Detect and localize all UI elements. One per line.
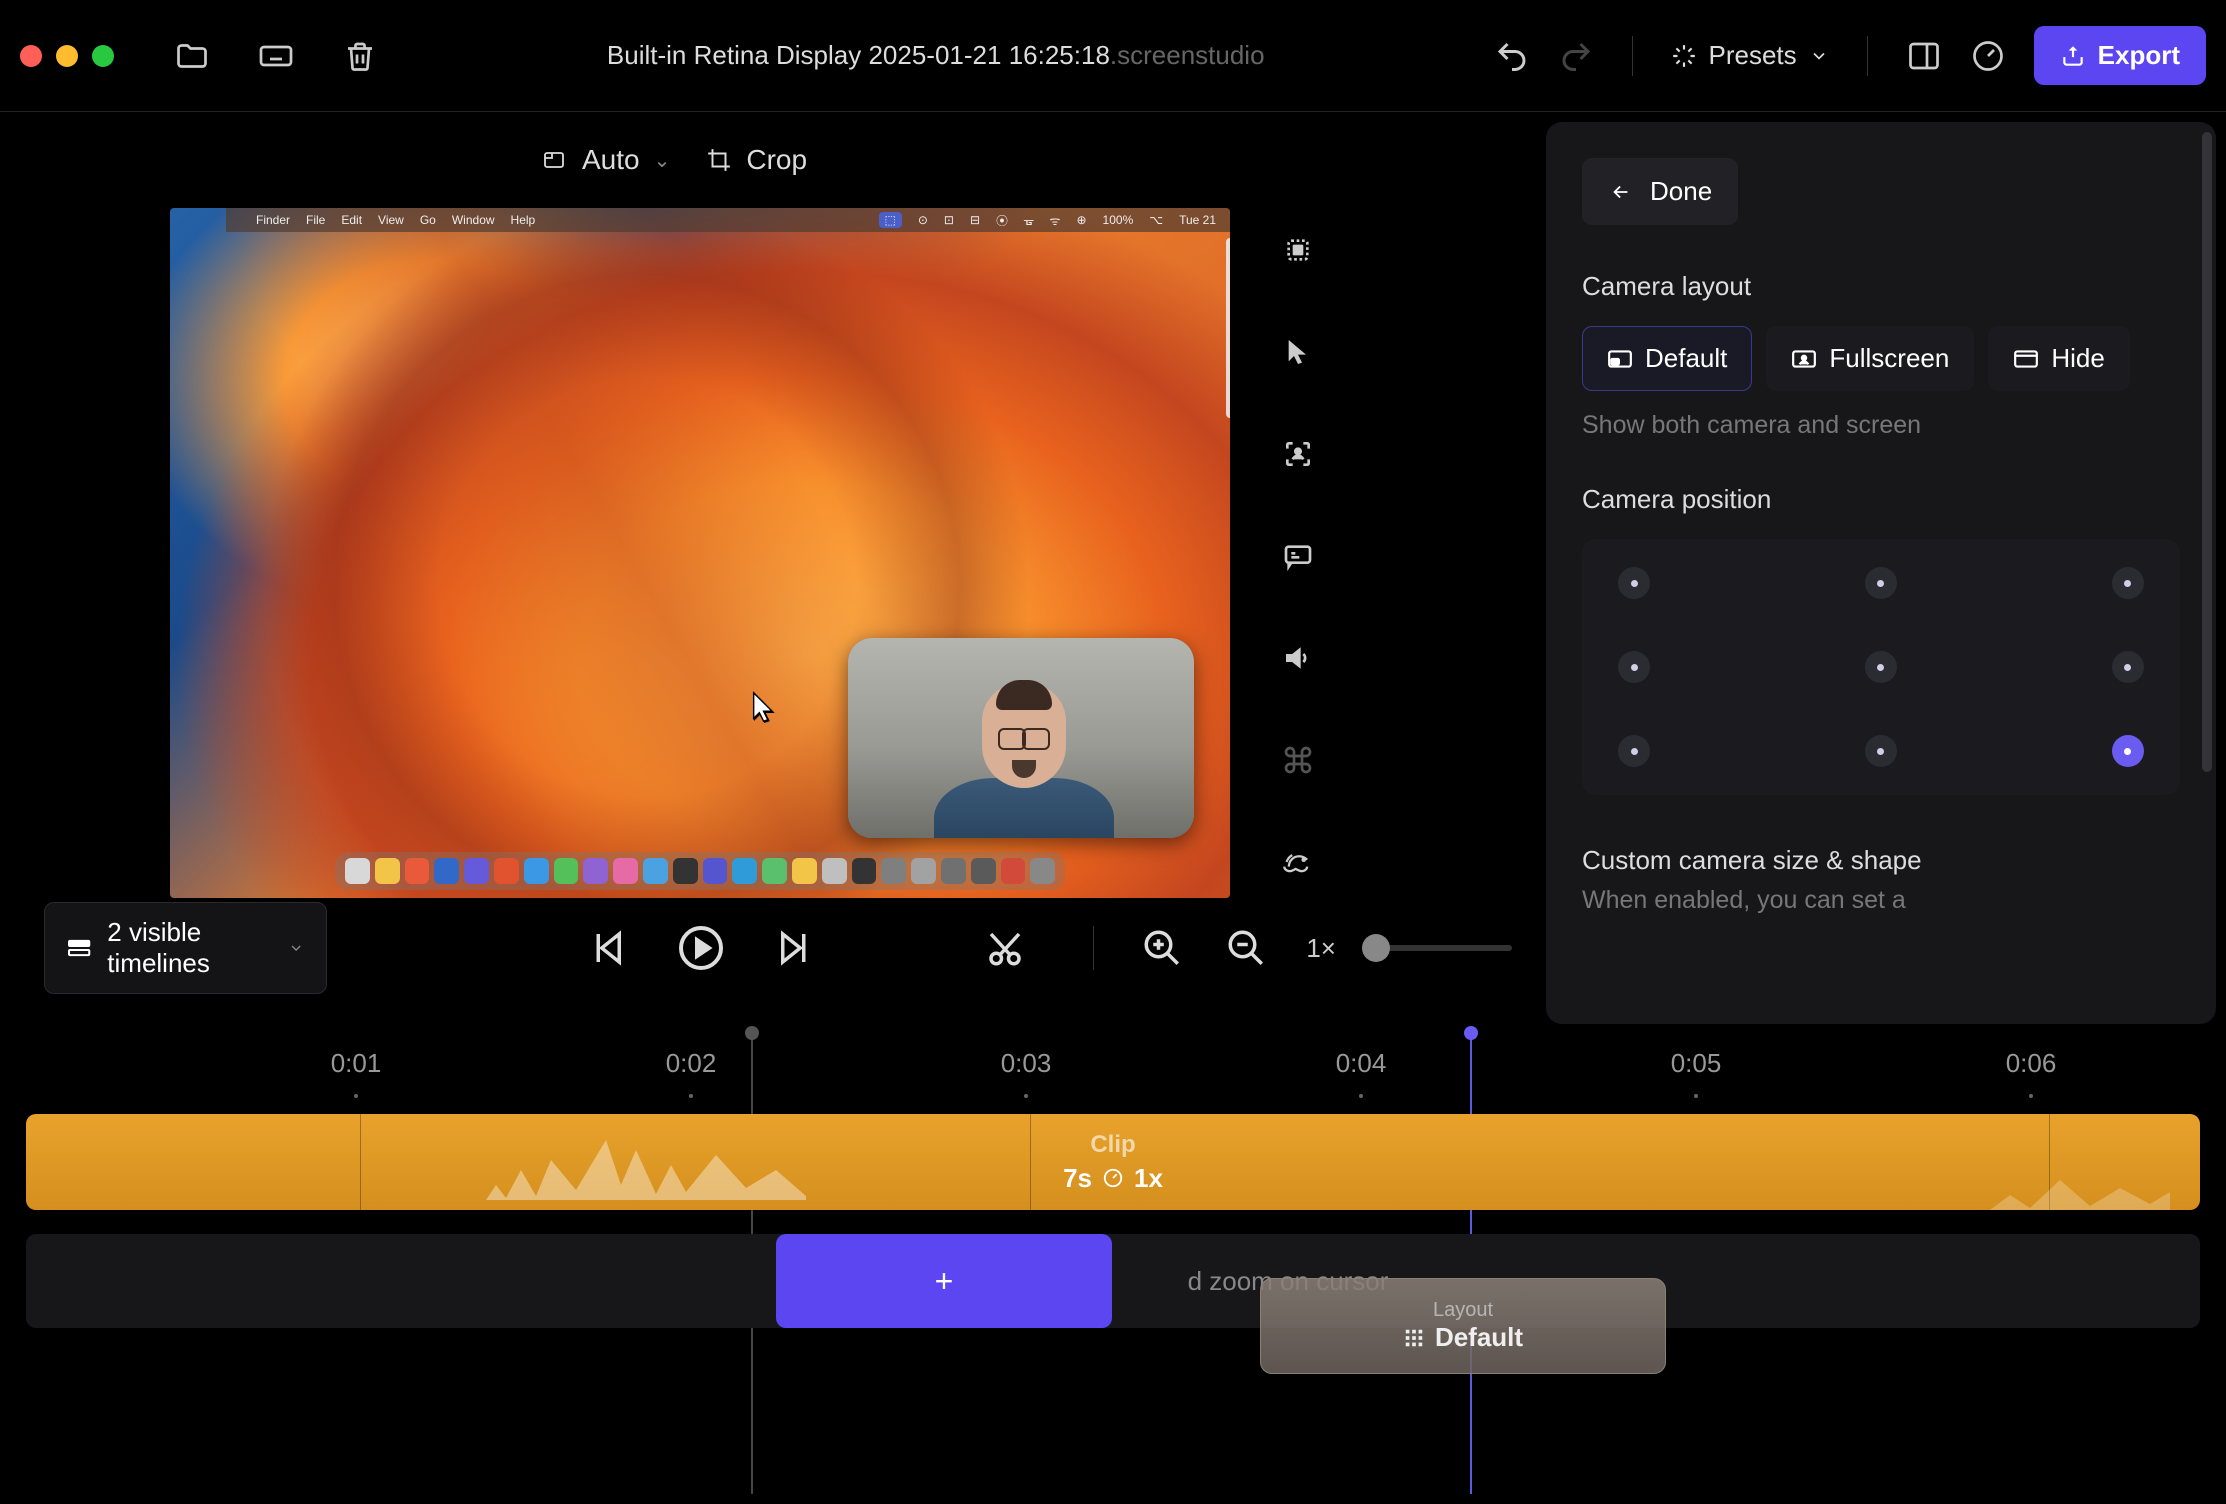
pos-mid-center[interactable] xyxy=(1865,651,1897,683)
camera-layout-label: Camera layout xyxy=(1582,271,2180,302)
presets-button[interactable]: Presets xyxy=(1671,40,1829,71)
size-mode-dropdown[interactable]: Auto ⌄ xyxy=(540,144,670,176)
clip-track[interactable]: Clip 7s 1x xyxy=(26,1114,2200,1210)
layout-icon[interactable] xyxy=(1906,38,1942,74)
pos-mid-left[interactable] xyxy=(1618,651,1650,683)
play-button[interactable] xyxy=(677,924,725,972)
timelines-icon xyxy=(67,936,91,960)
trash-icon[interactable] xyxy=(342,38,378,74)
layout-chip[interactable]: Layout Default xyxy=(1260,1278,1666,1374)
selection-tool-icon[interactable] xyxy=(1276,228,1320,272)
cursor-icon xyxy=(750,690,780,732)
cut-button[interactable] xyxy=(981,924,1029,972)
crop-button[interactable]: Crop xyxy=(706,144,807,176)
speed-icon[interactable] xyxy=(1276,840,1320,884)
camera-pip[interactable] xyxy=(848,638,1194,838)
document-title: Built-in Retina Display 2025-01-21 16:25… xyxy=(378,40,1494,71)
minimize-window[interactable] xyxy=(56,45,78,67)
clip-meta: 7s 1x xyxy=(1063,1163,1163,1194)
layout-option-hide[interactable]: Hide xyxy=(1988,326,2129,391)
sparkle-icon xyxy=(1671,43,1697,69)
custom-size-hint: When enabled, you can set a xyxy=(1582,886,2180,915)
shortcuts-icon[interactable] xyxy=(1276,738,1320,782)
grid-icon xyxy=(1403,1327,1425,1349)
layout-option-default[interactable]: Default xyxy=(1582,326,1752,391)
edit-cursor[interactable] xyxy=(745,1026,759,1040)
zoom-track[interactable]: d zoom on cursor + xyxy=(26,1234,2200,1328)
redo-icon[interactable] xyxy=(1558,38,1594,74)
titlebar: Built-in Retina Display 2025-01-21 16:25… xyxy=(0,0,2226,112)
tool-rail xyxy=(1246,208,1336,884)
zoom-out-button[interactable] xyxy=(1222,924,1270,972)
skip-forward-button[interactable] xyxy=(771,924,819,972)
camera-position-grid xyxy=(1582,539,2180,795)
export-button[interactable]: Export xyxy=(2034,26,2206,85)
window-controls xyxy=(20,45,114,67)
mac-dock xyxy=(335,852,1065,890)
chevron-down-icon xyxy=(288,938,304,958)
skip-back-button[interactable] xyxy=(583,924,631,972)
undo-icon[interactable] xyxy=(1494,38,1530,74)
pos-top-center[interactable] xyxy=(1865,567,1897,599)
pos-bottom-center[interactable] xyxy=(1865,735,1897,767)
pos-bottom-right[interactable] xyxy=(2112,735,2144,767)
pos-bottom-left[interactable] xyxy=(1618,735,1650,767)
pos-mid-right[interactable] xyxy=(2112,651,2144,683)
custom-size-label: Custom camera size & shape xyxy=(1582,845,2180,876)
speed-icon xyxy=(1102,1167,1124,1189)
aspect-icon xyxy=(540,148,568,172)
export-icon xyxy=(2060,43,2086,69)
zoom-slider[interactable] xyxy=(1372,945,1512,951)
add-zoom-segment[interactable]: + xyxy=(776,1234,1112,1328)
side-panel: Done Camera layout Default Fullscreen Hi… xyxy=(1546,122,2216,1024)
folder-icon[interactable] xyxy=(174,38,210,74)
done-button[interactable]: Done xyxy=(1582,158,1738,225)
layout-option-fullscreen[interactable]: Fullscreen xyxy=(1766,326,1974,391)
pos-top-right[interactable] xyxy=(2112,567,2144,599)
chevron-down-icon: ⌄ xyxy=(654,148,671,173)
camera-position-label: Camera position xyxy=(1582,484,2180,515)
timeline[interactable]: 0:010:020:030:040:050:06 Clip 7s 1x d zo… xyxy=(0,1034,2226,1504)
pos-top-left[interactable] xyxy=(1618,567,1650,599)
zoom-in-button[interactable] xyxy=(1138,924,1186,972)
scrollbar[interactable] xyxy=(2202,132,2212,772)
zoom-level: 1× xyxy=(1306,933,1336,964)
maximize-window[interactable] xyxy=(92,45,114,67)
arrow-left-icon xyxy=(1608,181,1634,203)
clip-title: Clip xyxy=(1090,1131,1135,1159)
camera-focus-icon[interactable] xyxy=(1276,432,1320,476)
close-window[interactable] xyxy=(20,45,42,67)
visible-timelines-dropdown[interactable]: 2 visible timelines xyxy=(44,902,327,994)
layout-hint: Show both camera and screen xyxy=(1582,411,2180,440)
audio-icon[interactable] xyxy=(1276,636,1320,680)
keyboard-icon[interactable] xyxy=(258,38,294,74)
mac-menubar: Finder File Edit View Go Window Help ⬚ ⊙… xyxy=(226,208,1230,232)
preview-canvas[interactable]: Finder File Edit View Go Window Help ⬚ ⊙… xyxy=(170,208,1230,898)
captions-icon[interactable] xyxy=(1276,534,1320,578)
chevron-down-icon xyxy=(1809,46,1829,66)
gauge-icon[interactable] xyxy=(1970,38,2006,74)
cursor-tool-icon[interactable] xyxy=(1276,330,1320,374)
crop-icon xyxy=(706,147,732,173)
time-ruler[interactable]: 0:010:020:030:040:050:06 xyxy=(26,1034,2200,1114)
